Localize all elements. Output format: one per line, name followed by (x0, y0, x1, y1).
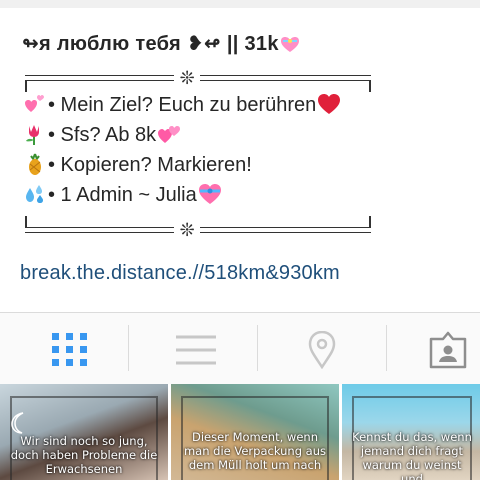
bio-border-bottom: ❊ (22, 216, 374, 242)
post-thumbnail[interactable]: Dieser Moment, wenn man die Verpackung a… (171, 384, 339, 480)
profile-bio: ↬я люблю тебя ❥↫ || 31k ❊ • Mein Ziel? E… (22, 30, 462, 242)
bio-line-copy: • Kopieren? Markieren! (22, 150, 462, 180)
profile-name-text: ↬я люблю тебя ❥↫ || 31k (22, 33, 279, 55)
red-heart-icon (316, 92, 342, 116)
location-pin-icon (308, 331, 336, 369)
border-ornament: ❊ (174, 218, 200, 242)
bio-line-text: • 1 Admin ~ Julia (48, 184, 197, 206)
post-caption: Wir sind noch so jung, doch haben Proble… (10, 434, 158, 476)
tab-tagged-view[interactable] (384, 313, 480, 385)
pineapple-icon (22, 152, 48, 176)
post-caption: Dieser Moment, wenn man die Verpackung a… (183, 430, 327, 472)
bio-line-sfs: • Sfs? Ab 8k (22, 120, 462, 150)
heart-with-ribbon-icon (279, 33, 301, 52)
posts-grid: Wir sind noch so jung, doch haben Proble… (0, 384, 480, 480)
profile-view-tabs (0, 312, 480, 385)
revolving-heart-icon (22, 92, 48, 116)
list-icon (176, 335, 216, 365)
moon-icon (11, 412, 24, 434)
bio-line-text: • Mein Ziel? Euch zu berühren (48, 94, 317, 116)
heart-with-ribbon-icon (197, 182, 223, 206)
status-bar-strip (0, 0, 480, 8)
bio-border-top: ❊ (22, 66, 374, 92)
bio-line-text: • Kopieren? Markieren! (48, 154, 252, 176)
tab-divider (128, 325, 129, 371)
profile-name: ↬я люблю тебя ❥↫ || 31k (22, 30, 462, 58)
droplets-icon (22, 182, 48, 206)
post-thumbnail[interactable]: Kennst du das, wenn jemand dich fragt wa… (342, 384, 480, 480)
tab-location-view[interactable] (258, 313, 378, 385)
two-hearts-icon (156, 122, 182, 146)
tab-list-view[interactable] (132, 313, 252, 385)
border-ornament: ❊ (174, 66, 200, 90)
bio-line-goal: • Mein Ziel? Euch zu berühren (22, 90, 462, 120)
tulip-icon (22, 122, 48, 146)
bio-line-text: • Sfs? Ab 8k (48, 124, 157, 146)
bio-line-admin: • 1 Admin ~ Julia (22, 180, 462, 210)
tab-grid-view[interactable] (6, 313, 126, 385)
grid-icon (52, 333, 87, 366)
post-caption: Kennst du das, wenn jemand dich fragt wa… (352, 430, 472, 480)
tagged-user-icon (429, 331, 467, 369)
post-thumbnail[interactable]: Wir sind noch so jung, doch haben Proble… (0, 384, 168, 480)
profile-website-link[interactable]: break.the.distance.//518km&930km (20, 262, 340, 285)
